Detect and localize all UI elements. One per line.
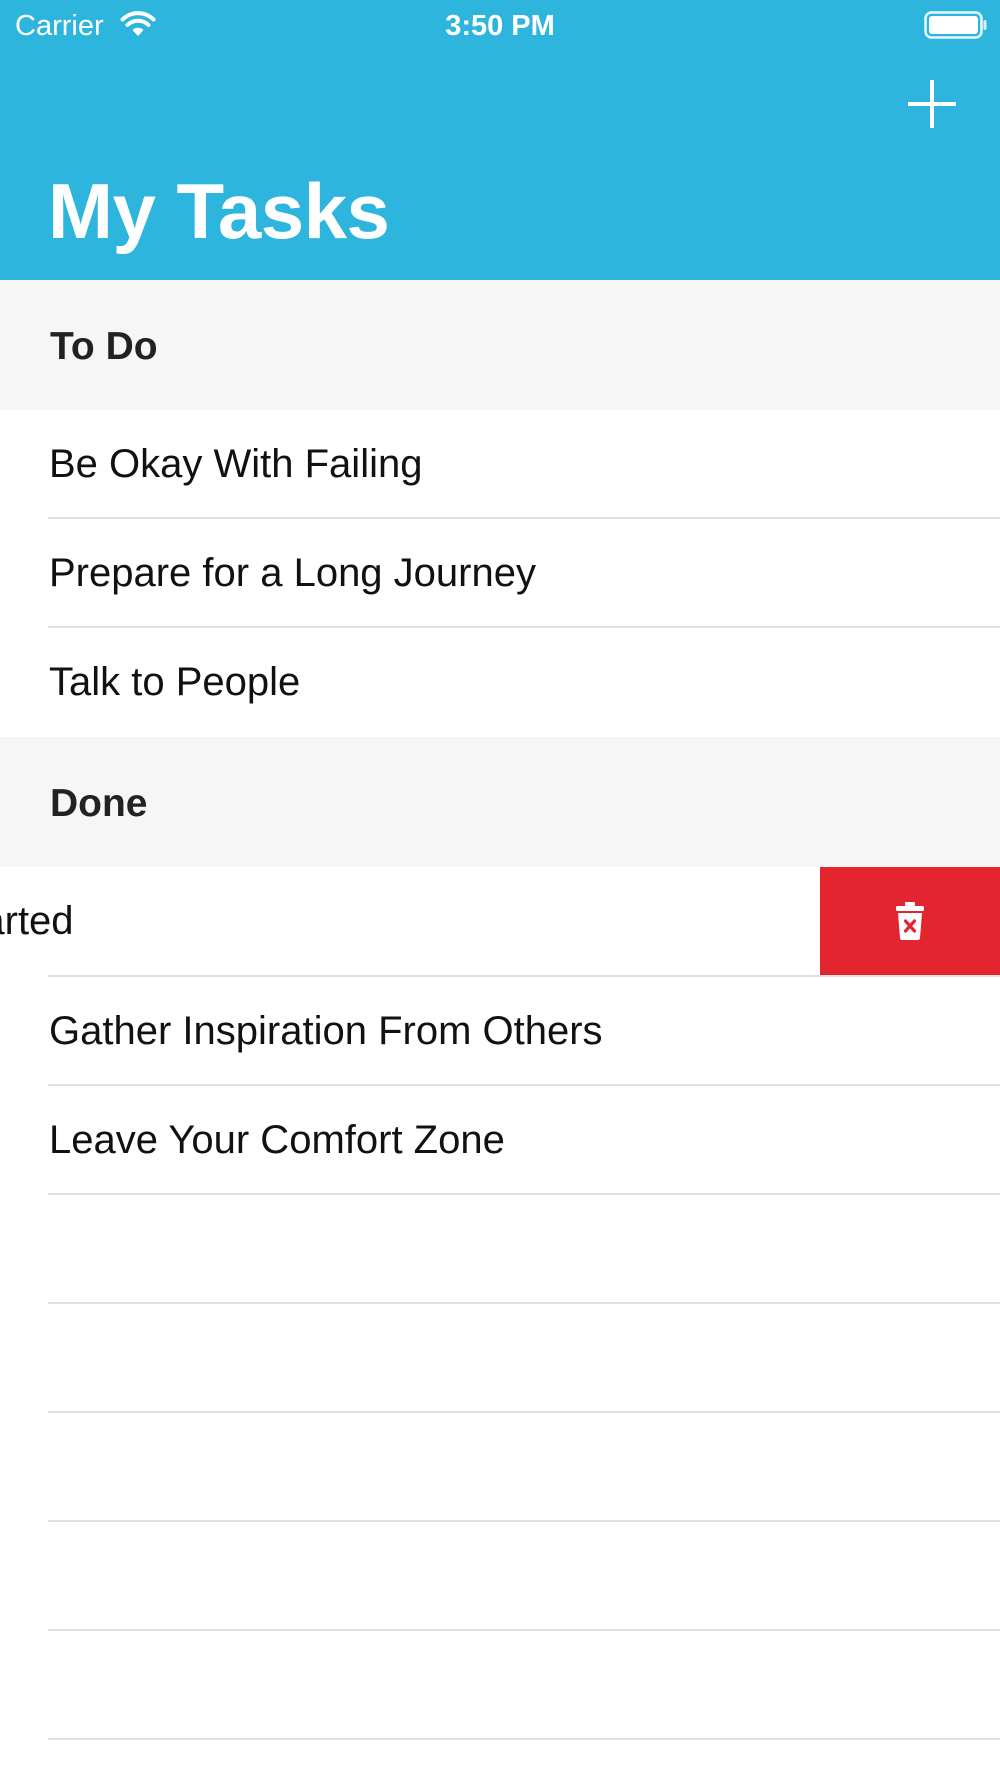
- section-header-done: Done: [0, 737, 1000, 867]
- task-row[interactable]: Get Started: [0, 867, 820, 975]
- section-header-todo: To Do: [0, 280, 1000, 410]
- status-bar: Carrier 3:50 PM: [0, 0, 1000, 52]
- row-separator: [48, 1520, 1000, 1522]
- status-time: 3:50 PM: [445, 10, 555, 42]
- task-label: Prepare for a Long Journey: [49, 551, 536, 595]
- task-row[interactable]: Prepare for a Long Journey: [0, 519, 1000, 627]
- add-task-button[interactable]: [900, 72, 964, 136]
- task-label: Talk to People: [49, 660, 301, 704]
- row-separator: [48, 1193, 1000, 1195]
- navigation-bar: Carrier 3:50 PM My Tasks: [0, 0, 1000, 280]
- delete-button[interactable]: [820, 867, 1000, 975]
- row-separator: [48, 1302, 1000, 1304]
- section-title: Done: [50, 782, 148, 825]
- task-label: Gather Inspiration From Others: [49, 1009, 603, 1053]
- task-row[interactable]: Gather Inspiration From Others: [0, 977, 1000, 1085]
- task-row[interactable]: Be Okay With Failing: [0, 410, 1000, 518]
- row-separator: [48, 1411, 1000, 1413]
- task-row-swiped: Get Started: [0, 867, 1000, 975]
- task-label: Be Okay With Failing: [49, 442, 423, 486]
- screen: Carrier 3:50 PM My Tasks To Do Be Okay W…: [0, 0, 1000, 1778]
- task-label: Leave Your Comfort Zone: [49, 1118, 505, 1162]
- row-separator: [48, 1629, 1000, 1631]
- task-row[interactable]: Talk to People: [0, 628, 1000, 736]
- trash-icon: [896, 902, 924, 940]
- task-label: Get Started: [0, 899, 74, 943]
- plus-icon: [908, 80, 956, 128]
- section-title: To Do: [50, 325, 158, 368]
- battery-full-icon: [924, 11, 987, 39]
- row-separator: [48, 1738, 1000, 1740]
- page-title: My Tasks: [48, 167, 390, 255]
- task-row[interactable]: Leave Your Comfort Zone: [0, 1086, 1000, 1194]
